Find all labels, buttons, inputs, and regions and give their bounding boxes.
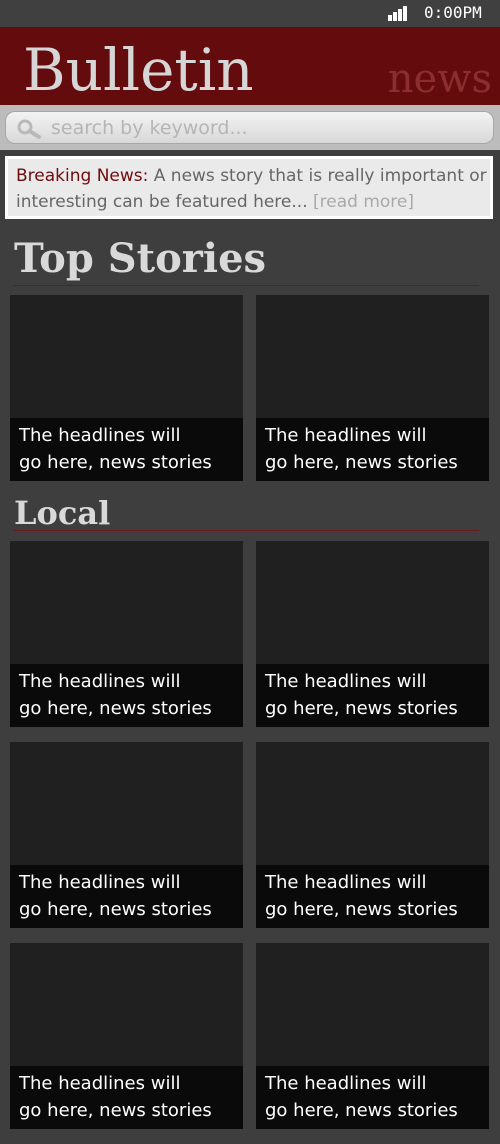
headline-line-2: go here, news stories <box>19 452 212 473</box>
news-thumbnail <box>10 295 243 418</box>
news-thumbnail <box>10 742 243 865</box>
headline-line-1: The headlines will <box>19 872 181 893</box>
signal-bars-icon <box>388 6 408 21</box>
search-input[interactable] <box>51 116 481 140</box>
headline-line-1: The headlines will <box>265 671 427 692</box>
news-headline: The headlines will go here, news stories <box>10 664 243 727</box>
news-card[interactable]: The headlines will go here, news stories <box>256 742 489 928</box>
breaking-news-label: Breaking News: <box>16 166 149 186</box>
search-box[interactable] <box>5 111 494 144</box>
news-card[interactable]: The headlines will go here, news stories <box>10 541 243 727</box>
news-card[interactable]: The headlines will go here, news stories <box>256 295 489 481</box>
news-headline: The headlines will go here, news stories <box>256 418 489 481</box>
headline-line-1: The headlines will <box>19 1073 181 1094</box>
headline-line-1: The headlines will <box>19 671 181 692</box>
headline-line-1: The headlines will <box>265 1073 427 1094</box>
read-more-link[interactable]: [read more] <box>313 192 414 212</box>
news-card[interactable]: The headlines will go here, news stories <box>10 295 243 481</box>
headline-line-1: The headlines will <box>265 872 427 893</box>
news-card[interactable]: The headlines will go here, news stories <box>10 742 243 928</box>
news-thumbnail <box>256 541 489 664</box>
section-title-local: Local <box>14 494 111 532</box>
headline-line-2: go here, news stories <box>19 899 212 920</box>
section-title-top-stories: Top Stories <box>14 235 267 282</box>
status-time: 0:00PM <box>424 3 482 22</box>
search-bar <box>0 105 500 150</box>
news-thumbnail <box>256 742 489 865</box>
brand-subtitle: news <box>387 56 492 102</box>
news-card[interactable]: The headlines will go here, news stories <box>10 943 243 1129</box>
news-headline: The headlines will go here, news stories <box>256 865 489 928</box>
search-icon <box>17 119 41 139</box>
news-thumbnail <box>256 943 489 1066</box>
news-headline: The headlines will go here, news stories <box>10 865 243 928</box>
news-thumbnail <box>10 943 243 1066</box>
status-bar: 0:00PM <box>0 0 500 27</box>
headline-line-2: go here, news stories <box>19 698 212 719</box>
headline-line-2: go here, news stories <box>265 452 458 473</box>
headline-line-1: The headlines will <box>19 425 181 446</box>
breaking-news-banner[interactable]: Breaking News: A news story that is real… <box>5 156 493 219</box>
news-thumbnail <box>256 295 489 418</box>
headline-line-1: The headlines will <box>265 425 427 446</box>
news-headline: The headlines will go here, news stories <box>10 1066 243 1129</box>
news-headline: The headlines will go here, news stories <box>256 1066 489 1129</box>
headline-line-2: go here, news stories <box>19 1100 212 1121</box>
brand-title: Bulletin <box>23 36 254 104</box>
news-headline: The headlines will go here, news stories <box>10 418 243 481</box>
app-header: Bulletin news <box>0 27 500 105</box>
news-card[interactable]: The headlines will go here, news stories <box>256 943 489 1129</box>
news-headline: The headlines will go here, news stories <box>256 664 489 727</box>
headline-line-2: go here, news stories <box>265 899 458 920</box>
section-divider <box>13 530 479 531</box>
news-thumbnail <box>10 541 243 664</box>
headline-line-2: go here, news stories <box>265 698 458 719</box>
headline-line-2: go here, news stories <box>265 1100 458 1121</box>
news-card[interactable]: The headlines will go here, news stories <box>256 541 489 727</box>
section-divider <box>13 285 479 286</box>
